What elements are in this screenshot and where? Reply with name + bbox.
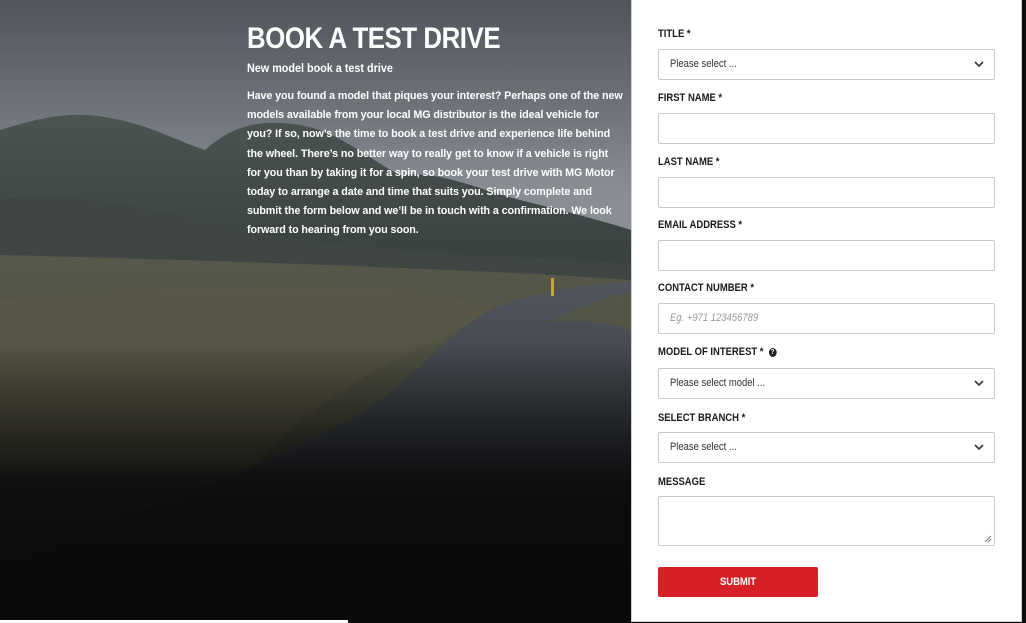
message-field: MESSAGE — [658, 475, 995, 546]
email-label: EMAIL ADDRESS * — [658, 219, 743, 231]
contact-number-input[interactable]: Eg. +971 123456789 — [658, 303, 995, 334]
intro-paragraph: Have you found a model that piques your … — [247, 90, 623, 237]
info-icon[interactable]: ? — [768, 347, 777, 357]
model-of-interest-label: MODEL OF INTEREST *? — [658, 345, 948, 359]
email-field: EMAIL ADDRESS * — [658, 218, 995, 271]
first-name-input[interactable] — [658, 113, 995, 144]
hero-section: BOOK A TEST DRIVE New model book a test … — [0, 0, 631, 623]
title-select[interactable]: Please select ... — [658, 49, 995, 80]
hero-content: BOOK A TEST DRIVE New model book a test … — [247, 22, 631, 241]
submit-button-label: SUBMIT — [719, 576, 757, 588]
contact-number-placeholder: Eg. +971 123456789 — [670, 312, 759, 324]
message-textarea[interactable] — [658, 496, 995, 546]
last-name-field: LAST NAME * — [658, 155, 995, 208]
last-name-label: LAST NAME * — [658, 156, 720, 168]
test-drive-form: TITLE * Please select ... FIRST NAME * L… — [631, 0, 1022, 622]
last-name-input[interactable] — [658, 177, 995, 208]
contact-number-field: CONTACT NUMBER * Eg. +971 123456789 — [658, 281, 995, 334]
submit-button[interactable]: SUBMIT — [658, 567, 818, 597]
chevron-down-icon — [974, 444, 984, 451]
resize-grip-icon[interactable] — [984, 535, 992, 543]
branch-select-value: Please select ... — [670, 441, 737, 453]
first-name-label: FIRST NAME * — [658, 92, 723, 104]
model-select[interactable]: Please select model ... — [658, 368, 995, 399]
model-of-interest-label-text: MODEL OF INTEREST * — [658, 346, 764, 358]
first-name-field: FIRST NAME * — [658, 91, 995, 144]
page-subtitle: New model book a test drive — [247, 61, 393, 75]
contact-number-label: CONTACT NUMBER * — [658, 282, 754, 294]
title-label: TITLE * — [658, 28, 691, 40]
message-label: MESSAGE — [658, 476, 706, 488]
email-input[interactable] — [658, 240, 995, 271]
model-select-value: Please select model ... — [670, 377, 766, 389]
chevron-down-icon — [974, 380, 984, 387]
page-title: BOOK A TEST DRIVE — [247, 22, 501, 55]
branch-label: SELECT BRANCH * — [658, 412, 746, 424]
branch-field: SELECT BRANCH * Please select ... — [658, 411, 995, 463]
model-of-interest-field: MODEL OF INTEREST *? Please select model… — [658, 345, 995, 399]
title-field: TITLE * Please select ... — [658, 27, 995, 80]
title-select-value: Please select ... — [670, 58, 737, 70]
branch-select[interactable]: Please select ... — [658, 432, 995, 463]
chevron-down-icon — [974, 61, 984, 68]
